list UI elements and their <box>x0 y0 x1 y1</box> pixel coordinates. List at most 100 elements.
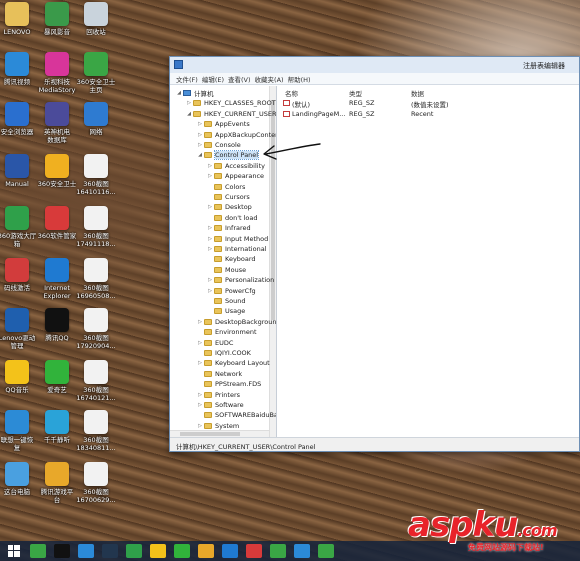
menu-item[interactable]: 文件(F) <box>176 74 198 84</box>
expand-arrow-icon[interactable]: ▷ <box>207 163 213 169</box>
tree-node[interactable]: ▷ Printers <box>197 390 240 400</box>
desktop-icon-shot4[interactable]: 360截图 17920904... <box>73 308 119 350</box>
taskbar-ie-icon[interactable] <box>222 544 238 558</box>
menu-item[interactable]: 查看(V) <box>228 74 251 84</box>
collapse-arrow-icon[interactable]: ◢ <box>186 111 192 117</box>
desktop-icon-label: 回收站 <box>86 28 106 36</box>
taskbar-player-icon[interactable] <box>198 544 214 558</box>
desktop-icon-shot1[interactable]: 360截图 16410116... <box>73 154 119 196</box>
value-data: Recent <box>411 110 434 118</box>
expand-arrow-icon[interactable]: ▷ <box>207 236 213 242</box>
expand-arrow-icon[interactable]: ▷ <box>207 277 213 283</box>
taskbar-iqiyi-icon[interactable] <box>174 544 190 558</box>
tree-node[interactable]: Sound <box>207 296 245 306</box>
collapse-arrow-icon[interactable]: ◢ <box>197 152 203 158</box>
taskbar-tencent-video-icon[interactable] <box>78 544 94 558</box>
tree-node[interactable]: Network <box>197 369 242 379</box>
menu-item[interactable]: 帮助(H) <box>288 74 311 84</box>
taskbar-store-icon[interactable] <box>246 544 262 558</box>
tree-node[interactable]: ▷ Keyboard Layout <box>197 358 270 368</box>
panes: ◢ 计算机 ▷ HKEY_CLASSES_ROOT ◢ HKEY_CURRENT_USER… <box>170 86 579 437</box>
tree-node[interactable]: ▷ International <box>207 244 266 254</box>
folder-icon <box>204 391 212 398</box>
taskbar-360-icon[interactable] <box>318 544 334 558</box>
expand-arrow-icon[interactable]: ▷ <box>207 288 213 294</box>
expand-arrow-icon[interactable]: ▷ <box>197 340 203 346</box>
tree-node[interactable]: Usage <box>207 306 245 316</box>
tree-horizontal-scrollbar[interactable] <box>170 430 269 437</box>
expand-arrow-icon[interactable]: ▷ <box>197 360 203 366</box>
expand-arrow-icon[interactable]: ▷ <box>197 423 203 429</box>
tree-node[interactable]: PPStream.FDS <box>197 379 261 389</box>
tree-node[interactable]: ▷ AppXBackupConter <box>197 130 276 140</box>
tree-node[interactable]: SOFTWAREBaiduBa <box>197 410 276 420</box>
tree-node[interactable]: ▷ HKEY_CLASSES_ROOT <box>186 98 276 108</box>
expand-arrow-icon[interactable]: ▷ <box>186 100 192 106</box>
desktop-icon-network[interactable]: 网络 <box>73 102 119 136</box>
tree-node[interactable]: ▷ AppEvents <box>197 119 250 129</box>
tree-node[interactable]: Keyboard <box>207 254 256 264</box>
expand-arrow-icon[interactable]: ▷ <box>207 246 213 252</box>
taskbar-start-icon[interactable] <box>6 544 22 558</box>
tree-node[interactable]: Colors <box>207 182 245 192</box>
expand-arrow-icon[interactable]: ▷ <box>207 204 213 210</box>
taskbar-shield-icon[interactable] <box>270 544 286 558</box>
expand-arrow-icon[interactable]: ▷ <box>207 225 213 231</box>
tree-node[interactable]: ▷ Console <box>197 140 241 150</box>
expand-arrow-icon[interactable]: ▷ <box>197 142 203 148</box>
tree-node[interactable]: ◢ 计算机 <box>176 88 214 98</box>
taskbar-book-icon[interactable] <box>102 544 118 558</box>
expand-arrow-icon[interactable]: ▷ <box>207 173 213 179</box>
tree-node[interactable]: ▷ EUDC <box>197 338 233 348</box>
tree-node[interactable]: ▷ Input Method <box>207 234 268 244</box>
menu-item[interactable]: 收藏夹(A) <box>255 74 284 84</box>
tree-node[interactable]: ▷ Accessibility <box>207 161 265 171</box>
column-data[interactable]: 数据 <box>411 88 424 98</box>
expand-arrow-icon[interactable]: ▷ <box>197 121 203 127</box>
tree-node[interactable]: Cursors <box>207 192 250 202</box>
tree-hscroll-thumb[interactable] <box>180 432 240 436</box>
tree-node[interactable]: ▷ Personalization <box>207 275 274 285</box>
expand-arrow-icon[interactable]: ▷ <box>197 319 203 325</box>
taskbar-video-icon[interactable] <box>294 544 310 558</box>
tree-node[interactable]: ▷ DesktopBackgroun <box>197 317 276 327</box>
tree-node[interactable]: IQIYI.COOK <box>197 348 251 358</box>
expand-arrow-icon[interactable]: ▷ <box>197 132 203 138</box>
tree-node[interactable]: Environment <box>197 327 257 337</box>
tree-node[interactable]: ◢ Control Panel <box>197 150 260 161</box>
image-icon <box>84 308 108 332</box>
app-icon <box>45 2 69 26</box>
title-bar[interactable]: 注册表编辑器 <box>170 57 579 73</box>
collapse-arrow-icon[interactable]: ◢ <box>176 90 182 96</box>
expand-arrow-icon[interactable]: ▷ <box>197 392 203 398</box>
column-name[interactable]: 名称 <box>285 88 298 98</box>
desktop-icon-360safe-main[interactable]: 360安全卫士 主页 <box>73 52 119 94</box>
taskbar-app-icon[interactable] <box>30 544 46 558</box>
desktop-icon-shot3[interactable]: 360截图 16960508... <box>73 258 119 300</box>
tree-node[interactable]: ▷ PowerCfg <box>207 286 256 296</box>
tree-node[interactable]: don't load <box>207 213 258 223</box>
desktop-icon-shot5[interactable]: 360截图 16740121... <box>73 360 119 402</box>
column-type[interactable]: 类型 <box>349 88 362 98</box>
taskbar-game-icon[interactable] <box>126 544 142 558</box>
expand-arrow-icon[interactable]: ▷ <box>197 402 203 408</box>
tree-node[interactable]: ◢ HKEY_CURRENT_USER <box>186 109 276 119</box>
desktop-icon-shot7[interactable]: 360截图 16700629... <box>73 462 119 504</box>
tree-node[interactable]: ▷ Infrared <box>207 223 251 233</box>
value-row[interactable]: (默认) REG_SZ (数值未设置) <box>277 98 579 109</box>
tree-node[interactable]: ▷ Desktop <box>207 202 252 212</box>
taskbar-music-icon[interactable] <box>150 544 166 558</box>
menu-item[interactable]: 编辑(E) <box>202 74 224 84</box>
taskbar-penguin-icon[interactable] <box>54 544 70 558</box>
registry-editor-window[interactable]: 注册表编辑器 文件(F) 编辑(E) 查看(V) 收藏夹(A) 帮助(H) ◢ 计算机 ▷ H… <box>169 56 580 452</box>
tree-node[interactable]: ▷ System <box>197 421 239 431</box>
desktop-icon-recycle[interactable]: 回收站 <box>73 2 119 36</box>
tree-node[interactable]: Mouse <box>207 265 246 275</box>
registry-tree[interactable]: ◢ 计算机 ▷ HKEY_CLASSES_ROOT ◢ HKEY_CURRENT_USER… <box>170 86 277 437</box>
tree-node[interactable]: ▷ Software <box>197 400 244 410</box>
desktop-icon-shot6[interactable]: 360截图 18340811... <box>73 410 119 452</box>
desktop-icon-shot2[interactable]: 360截图 17491118... <box>73 206 119 248</box>
value-row[interactable]: LandingPageM... REG_SZ Recent <box>277 109 579 119</box>
values-pane[interactable]: 名称 类型 数据 (默认) REG_SZ (数值未设置) LandingPageM..… <box>277 86 579 437</box>
tree-node[interactable]: ▷ Appearance <box>207 171 264 181</box>
